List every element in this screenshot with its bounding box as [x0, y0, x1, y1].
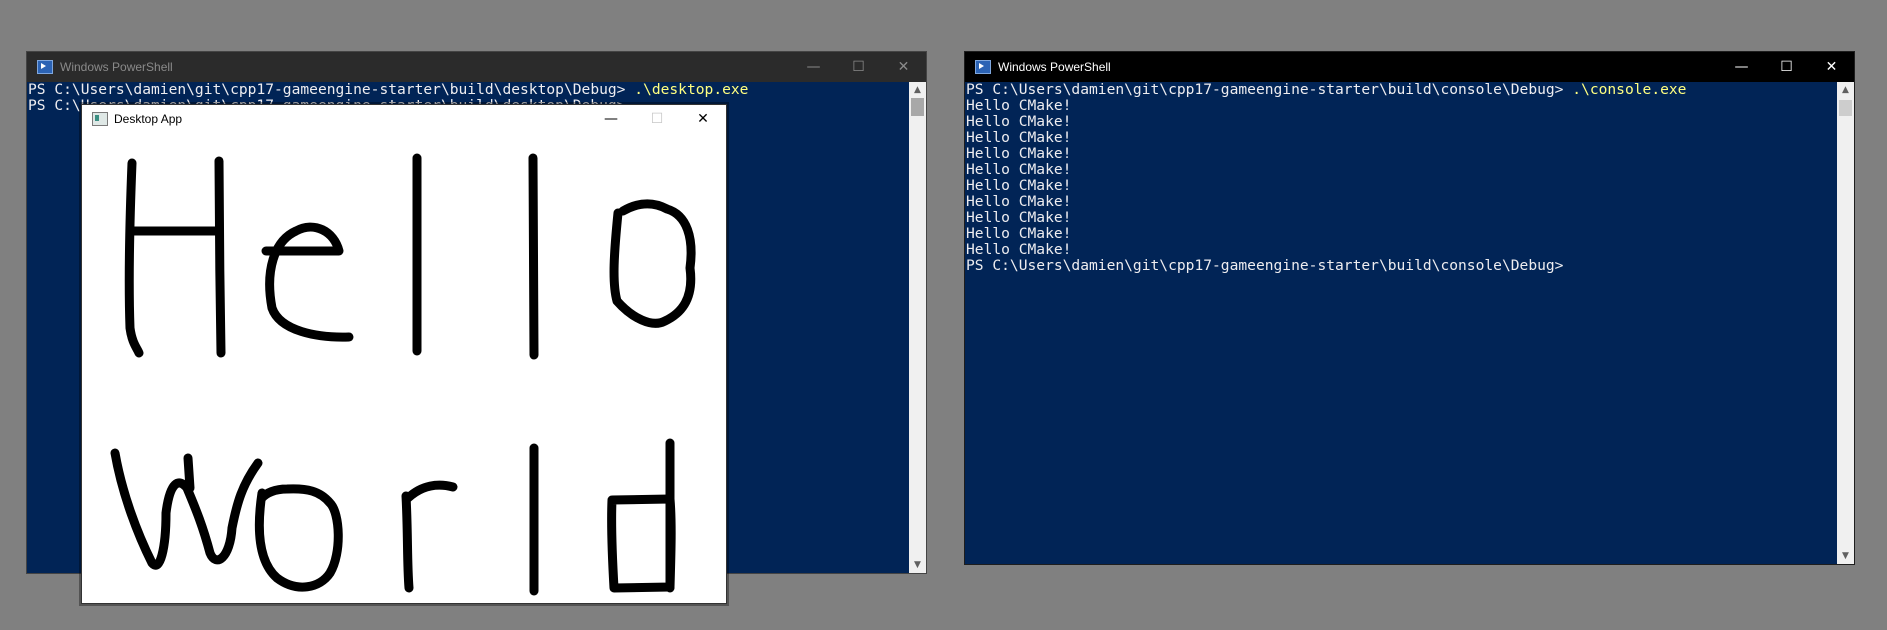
close-button[interactable]: ✕: [881, 52, 926, 82]
vertical-scrollbar[interactable]: ▲ ▼: [909, 82, 926, 573]
console-command: .\desktop.exe: [634, 82, 749, 98]
letter-l-2: [528, 153, 539, 360]
letter-o: [609, 199, 696, 328]
letter-h: [124, 158, 144, 358]
console-line: Hello CMake!: [966, 226, 1837, 242]
console-line-text: Hello CMake!: [966, 241, 1072, 258]
letter-o-2: [254, 484, 343, 592]
window-title: Windows PowerShell: [60, 60, 173, 74]
console-line-text: Hello CMake!: [966, 225, 1072, 242]
letter-h-right: [214, 156, 226, 358]
minimize-button[interactable]: —: [791, 52, 836, 82]
title-bar[interactable]: Windows PowerShell — ☐ ✕: [27, 52, 926, 82]
console-line-text: Hello CMake!: [966, 113, 1072, 130]
desktop-app-window[interactable]: Desktop App — ☐ ✕: [81, 104, 727, 604]
console-line: Hello CMake!: [966, 178, 1837, 194]
scroll-up-icon[interactable]: ▲: [1837, 82, 1854, 98]
console-line: Hello CMake!: [966, 98, 1837, 114]
powershell-window-console[interactable]: Windows PowerShell — ☐ ✕ PS C:\Users\dam…: [964, 51, 1855, 565]
console-line-text: Hello CMake!: [966, 161, 1072, 178]
window-controls: — ☐ ✕: [791, 52, 926, 82]
window-controls: — ☐ ✕: [588, 105, 726, 135]
scroll-down-icon[interactable]: ▼: [1837, 548, 1854, 564]
scroll-up-icon[interactable]: ▲: [909, 82, 926, 98]
title-bar[interactable]: Desktop App — ☐ ✕: [82, 105, 726, 133]
letter-w-stem: [183, 453, 195, 493]
maximize-button[interactable]: ☐: [836, 52, 881, 82]
console-line: Hello CMake!: [966, 194, 1837, 210]
scroll-thumb[interactable]: [1839, 100, 1852, 116]
window-title: Desktop App: [114, 112, 183, 126]
vertical-scrollbar[interactable]: ▲ ▼: [1837, 82, 1854, 564]
console-line-text: Hello CMake!: [966, 209, 1072, 226]
console-line: Hello CMake!: [966, 242, 1837, 258]
maximize-button[interactable]: ☐: [634, 105, 680, 133]
letter-d-bowl: [607, 494, 676, 593]
console-line: PS C:\Users\damien\git\cpp17-gameengine-…: [966, 258, 1837, 274]
console-line: Hello CMake!: [966, 162, 1837, 178]
console-line: PS C:\Users\damien\git\cpp17-gameengine-…: [966, 82, 1837, 98]
console-line: Hello CMake!: [966, 210, 1837, 226]
close-button[interactable]: ✕: [1809, 52, 1854, 82]
console-line: PS C:\Users\damien\git\cpp17-gameengine-…: [28, 82, 909, 98]
console-command: .\console.exe: [1572, 82, 1687, 98]
console-line-text: Hello CMake!: [966, 97, 1072, 114]
close-button[interactable]: ✕: [680, 105, 726, 133]
console-line-text: PS C:\Users\damien\git\cpp17-gameengine-…: [966, 257, 1564, 274]
letter-r: [401, 491, 414, 593]
letter-r-arm: [403, 480, 458, 503]
console-line-text: PS C:\Users\damien\git\cpp17-gameengine-…: [28, 82, 635, 98]
scroll-down-icon[interactable]: ▼: [909, 557, 926, 573]
console-line-text: Hello CMake!: [966, 145, 1072, 162]
window-title: Windows PowerShell: [998, 60, 1111, 74]
console-line-text: Hello CMake!: [966, 193, 1072, 210]
console-output[interactable]: PS C:\Users\damien\git\cpp17-gameengine-…: [965, 82, 1837, 564]
window-controls: — ☐ ✕: [1719, 52, 1854, 82]
app-icon: [92, 112, 108, 126]
console-line: Hello CMake!: [966, 114, 1837, 130]
console-line: Hello CMake!: [966, 146, 1837, 162]
console-line-text: PS C:\Users\damien\git\cpp17-gameengine-…: [966, 82, 1573, 98]
drawing-canvas[interactable]: [82, 133, 726, 603]
console-line: Hello CMake!: [966, 130, 1837, 146]
powershell-icon: [37, 60, 53, 74]
letter-e: [261, 222, 354, 342]
title-bar[interactable]: Windows PowerShell — ☐ ✕: [965, 52, 1854, 82]
console-line-text: Hello CMake!: [966, 177, 1072, 194]
hand-drawn-text: [110, 153, 696, 596]
console-line-text: Hello CMake!: [966, 129, 1072, 146]
powershell-icon: [975, 60, 991, 74]
scroll-thumb[interactable]: [911, 98, 924, 116]
maximize-button[interactable]: ☐: [1764, 52, 1809, 82]
minimize-button[interactable]: —: [1719, 52, 1764, 82]
minimize-button[interactable]: —: [588, 105, 634, 133]
